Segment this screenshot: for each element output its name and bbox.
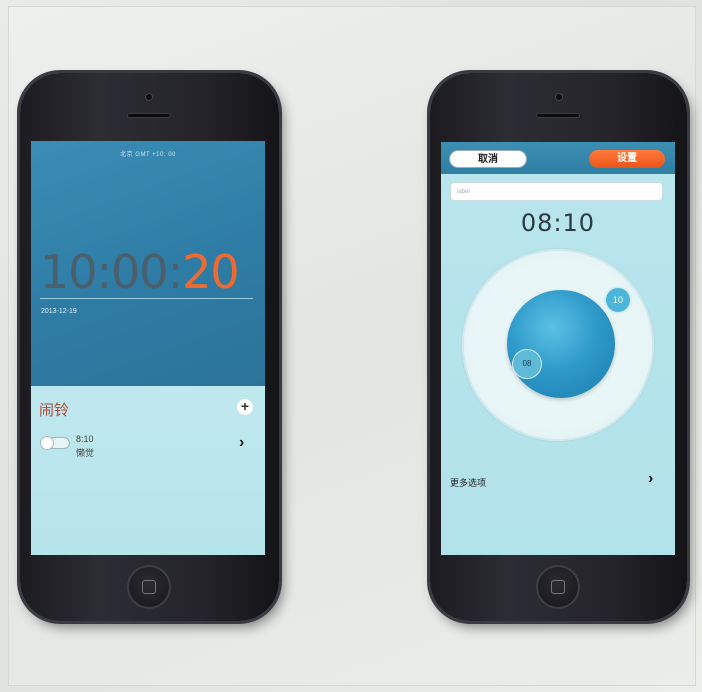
add-alarm-button[interactable]: + [237, 399, 253, 415]
editor-header: 取消 设置 [441, 142, 675, 174]
earpiece-speaker [536, 113, 580, 118]
current-time: 10:00:20 [40, 245, 240, 299]
toggle-knob [40, 436, 54, 450]
alarm-label-input[interactable]: label [450, 182, 663, 201]
home-square-icon [551, 580, 565, 594]
more-options-chevron-icon[interactable]: › [648, 470, 653, 488]
alarm-toggle[interactable] [40, 436, 70, 450]
set-button[interactable]: 设置 [589, 150, 665, 168]
phone-alarm-editor: 取消 设置 label 08:10 10 08 更多选项 › [430, 73, 687, 621]
time-dial[interactable]: 10 08 [462, 249, 654, 441]
alarm-item-time: 8:10 [76, 434, 94, 444]
home-button[interactable] [536, 565, 580, 609]
time-hours-minutes: 10:00: [40, 245, 183, 299]
dial-center [507, 290, 615, 398]
more-options-label[interactable]: 更多选项 [450, 476, 486, 489]
phone-clock: 北京 GMT +10: 00 10:00:20 2013-12-19 闹铃 + … [20, 73, 279, 621]
cancel-button[interactable]: 取消 [449, 150, 527, 168]
home-square-icon [142, 580, 156, 594]
clock-screen: 北京 GMT +10: 00 10:00:20 2013-12-19 闹铃 + … [31, 141, 265, 555]
selected-time: 08:10 [520, 209, 596, 237]
hour-handle[interactable]: 08 [512, 349, 542, 379]
time-seconds: 20 [182, 245, 240, 299]
timezone-status: 北京 GMT +10: 00 [120, 152, 176, 158]
clock-display: 北京 GMT +10: 00 10:00:20 2013-12-19 [31, 141, 265, 386]
divider [40, 298, 253, 299]
front-camera [555, 93, 563, 101]
minute-handle[interactable]: 10 [604, 286, 632, 314]
alarm-panel: 闹铃 + 8:10 懒觉 › [31, 386, 265, 555]
home-button[interactable] [127, 565, 171, 609]
alarm-item-chevron-icon[interactable]: › [239, 434, 244, 452]
current-date: 2013-12-19 [41, 308, 77, 315]
alarm-item-label: 懒觉 [76, 448, 95, 458]
earpiece-speaker [127, 113, 171, 118]
editor-body: label 08:10 10 08 更多选项 › [441, 174, 675, 555]
front-camera [145, 93, 153, 101]
alarm-editor-screen: 取消 设置 label 08:10 10 08 更多选项 › [441, 142, 675, 555]
alarm-section-title: 闹铃 [39, 402, 70, 419]
